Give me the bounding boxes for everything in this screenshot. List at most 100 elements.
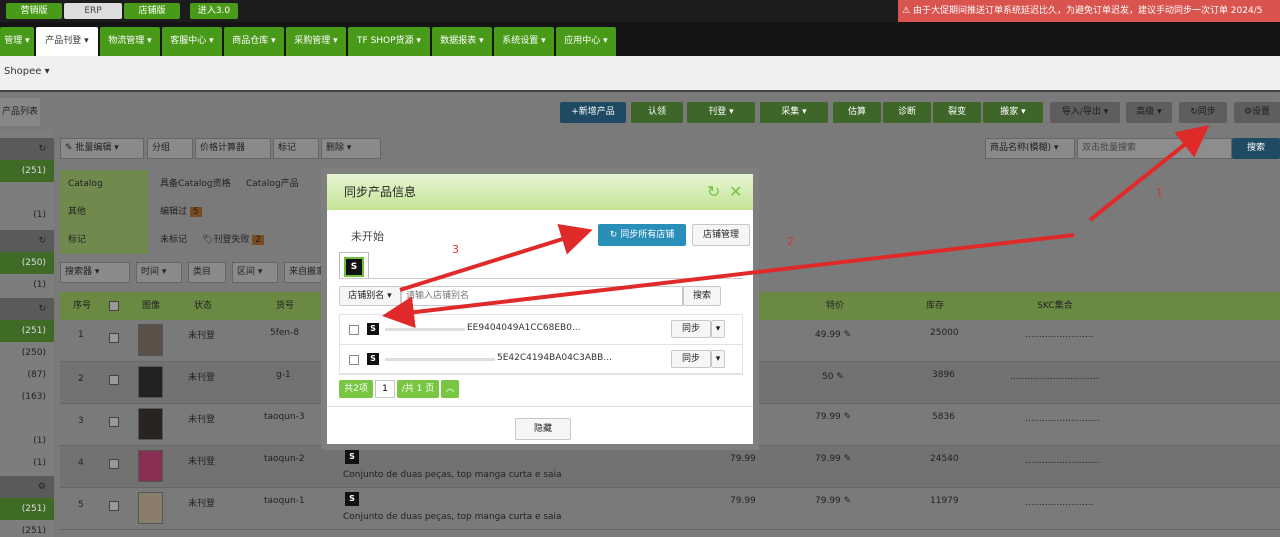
product-image[interactable]	[138, 492, 163, 524]
sync-button[interactable]: ↻同步	[1179, 102, 1227, 123]
row-special-price[interactable]: 79.99 ✎	[815, 454, 851, 464]
left-count[interactable]: (250)	[0, 252, 54, 274]
store-sync-button[interactable]: 同步	[671, 350, 711, 368]
chevron-up-icon[interactable]: ︿	[441, 380, 459, 398]
store-checkbox[interactable]	[349, 355, 359, 365]
estimate-button[interactable]: 估算	[833, 102, 881, 123]
product-image[interactable]	[138, 450, 163, 482]
nav-item-logistics[interactable]: 物流管理 ▾	[100, 27, 160, 56]
nav-item-tfshop[interactable]: TF SHOP货源 ▾	[348, 27, 430, 56]
nav-item-settings[interactable]: 系统设置 ▾	[494, 27, 554, 56]
left-count[interactable]: (250)	[0, 342, 54, 364]
nav-item-service[interactable]: 客服中心 ▾	[162, 27, 222, 56]
store-tab[interactable]: S	[339, 252, 369, 278]
row-checkbox[interactable]	[109, 501, 119, 511]
left-count[interactable]: (1)	[0, 452, 54, 474]
move-button[interactable]: 搬家 ▾	[983, 102, 1043, 123]
nav-item-reports[interactable]: 数据报表 ▾	[432, 27, 492, 56]
store-management-button[interactable]: 店铺管理	[692, 224, 750, 246]
row-checkbox[interactable]	[109, 333, 119, 343]
mark-button[interactable]: 标记	[273, 138, 319, 159]
nav-item-apps[interactable]: 应用中心 ▾	[556, 27, 616, 56]
left-count[interactable]: (1)	[0, 204, 54, 226]
nav-item-warehouse[interactable]: 商品仓库 ▾	[224, 27, 284, 56]
left-count[interactable]: (251)	[0, 498, 54, 520]
platform-select[interactable]: Shopee ▾	[4, 66, 50, 77]
group-button[interactable]: 分组	[147, 138, 193, 159]
category-dropdown[interactable]: 类目	[188, 262, 226, 283]
delete-button[interactable]: 删除 ▾	[321, 138, 381, 159]
chevron-down-icon[interactable]: ▾	[711, 320, 725, 338]
select-all-checkbox[interactable]	[109, 301, 119, 311]
product-image[interactable]	[138, 408, 163, 440]
range-dropdown[interactable]: 区间 ▾	[232, 262, 278, 283]
version-store[interactable]: 店铺版	[124, 3, 180, 19]
sync-all-stores-button[interactable]: ↻ 同步所有店铺	[598, 224, 686, 246]
add-product-button[interactable]: +新增产品	[560, 102, 626, 123]
left-count[interactable]: (163)	[0, 386, 54, 408]
filter-publish-failed[interactable]: 🏷刊登失败 2	[202, 226, 265, 254]
left-count[interactable]: (1)	[0, 274, 54, 296]
enter-3-button[interactable]: 进入3.0	[190, 3, 238, 19]
row-special-price[interactable]: 79.99 ✎	[815, 496, 851, 506]
search-input[interactable]: 双击批量搜索	[1077, 138, 1232, 159]
alias-search-button[interactable]: 搜索	[683, 286, 721, 306]
settings-button[interactable]: ⚙设置	[1234, 102, 1280, 123]
table-row[interactable]: 5 未刊登 taoqun-1 S Conjunto de duas peças,…	[60, 488, 1280, 530]
publish-button[interactable]: 刊登 ▾	[687, 102, 755, 123]
store-row[interactable]: S EE9404049A1CC68EB0... 同步 ▾	[339, 315, 743, 345]
row-special-price[interactable]: 79.99 ✎	[815, 412, 851, 422]
fission-button[interactable]: 裂变	[933, 102, 981, 123]
left-count[interactable]: (87)	[0, 364, 54, 386]
product-image[interactable]	[138, 324, 163, 356]
left-count[interactable]: (1)	[0, 430, 54, 452]
version-marketing[interactable]: 营销版	[6, 3, 62, 19]
bulk-edit-button[interactable]: ✎ 批量编辑 ▾	[60, 138, 144, 159]
refresh-icon[interactable]: ↻	[707, 174, 720, 210]
row-checkbox[interactable]	[109, 417, 119, 427]
filter-catalog-product[interactable]: Catalog产品	[246, 170, 299, 198]
edit-icon[interactable]: ✎	[836, 372, 844, 382]
collect-button[interactable]: 采集 ▾	[760, 102, 828, 123]
search-button[interactable]: 搜索	[1232, 138, 1280, 159]
search-field-select[interactable]: 商品名称(模糊) ▾	[985, 138, 1075, 159]
chevron-down-icon[interactable]: ▾	[711, 350, 725, 368]
page-input[interactable]	[375, 380, 395, 398]
searcher-dropdown[interactable]: 搜索器 ▾	[60, 262, 130, 283]
tab-product-list[interactable]: 产品列表	[0, 98, 40, 126]
version-erp[interactable]: ERP	[64, 3, 122, 19]
nav-item-product-listing[interactable]: 产品刊登 ▾	[36, 27, 98, 56]
filter-edited[interactable]: 编辑过 5	[160, 198, 202, 226]
edit-icon[interactable]: ✎	[844, 454, 852, 464]
nav-item-purchase[interactable]: 采购管理 ▾	[286, 27, 346, 56]
price-calculator-button[interactable]: 价格计算器	[195, 138, 271, 159]
row-special-price[interactable]: 49.99 ✎	[815, 330, 851, 340]
row-special-price[interactable]: 50 ✎	[822, 372, 844, 382]
edit-icon[interactable]: ✎	[844, 330, 852, 340]
store-row[interactable]: S 5E42C4194BA04C3ABB... 同步 ▾	[339, 345, 743, 375]
left-count[interactable]: (251)	[0, 160, 54, 182]
edit-icon[interactable]: ✎	[844, 496, 852, 506]
row-checkbox[interactable]	[109, 375, 119, 385]
store-sync-button[interactable]: 同步	[671, 320, 711, 338]
hide-button[interactable]: 隐藏	[515, 418, 571, 440]
dropdown-label: 时间	[141, 267, 160, 277]
filter-catalog-eligible[interactable]: 具备Catalog资格	[160, 170, 231, 198]
left-count[interactable]: (251)	[0, 320, 54, 342]
store-alias-input[interactable]	[401, 286, 683, 306]
product-image[interactable]	[138, 366, 163, 398]
nav-item-management[interactable]: 管理 ▾	[0, 27, 34, 56]
store-checkbox[interactable]	[349, 325, 359, 335]
row-checkbox[interactable]	[109, 459, 119, 469]
table-row[interactable]: 4 未刊登 taoqun-2 S Conjunto de duas peças,…	[60, 446, 1280, 488]
edit-icon[interactable]: ✎	[844, 412, 852, 422]
filter-unmarked[interactable]: 未标记	[160, 226, 187, 254]
close-icon[interactable]: ✕	[729, 174, 742, 210]
time-dropdown[interactable]: 时间 ▾	[136, 262, 182, 283]
claim-button[interactable]: 认领	[631, 102, 683, 123]
import-export-button[interactable]: 导入/导出 ▾	[1050, 102, 1120, 123]
advanced-button[interactable]: 高级 ▾	[1126, 102, 1172, 123]
diagnose-button[interactable]: 诊断	[883, 102, 931, 123]
alias-select[interactable]: 店铺别名 ▾	[339, 286, 401, 306]
left-count[interactable]: (251)	[0, 520, 54, 537]
